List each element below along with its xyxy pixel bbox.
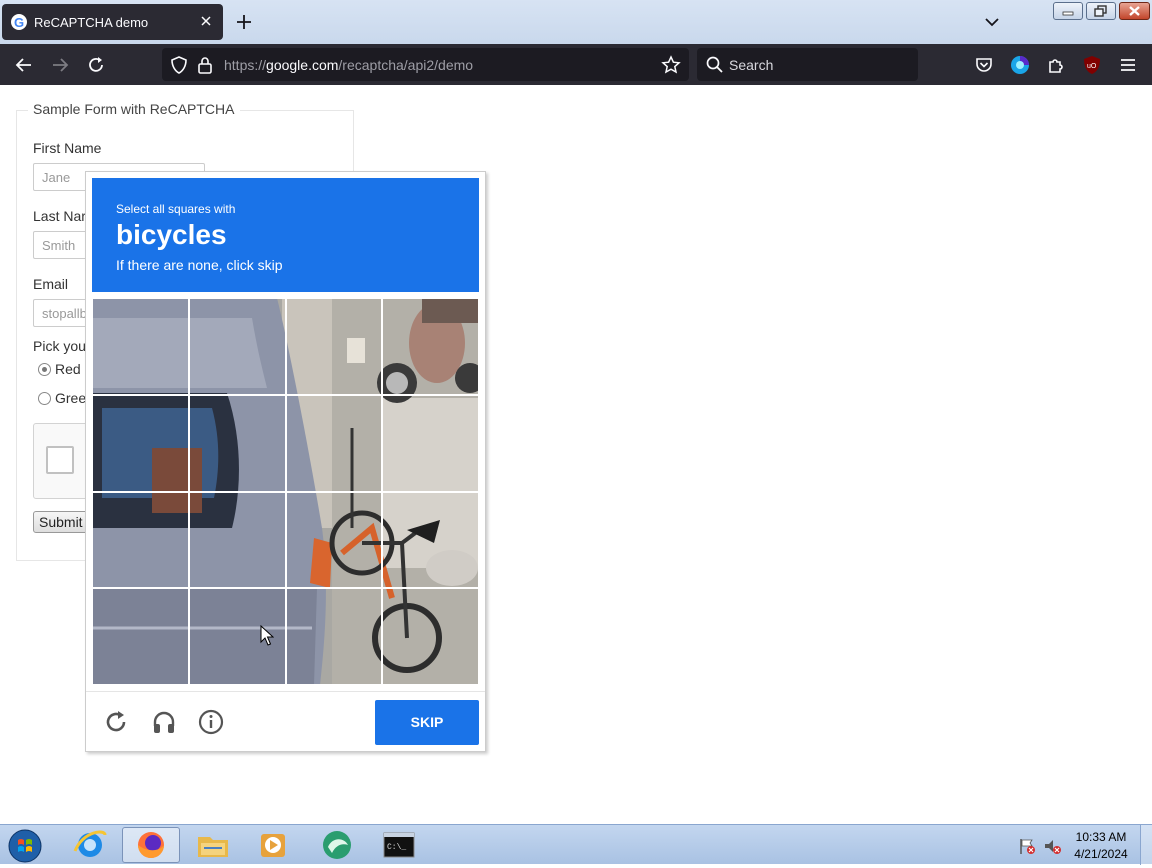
submit-button[interactable]: Submit: [33, 511, 93, 533]
tab-close-icon[interactable]: [197, 12, 215, 30]
svg-text:G: G: [14, 15, 24, 30]
radio-green-label: Gree: [55, 390, 87, 406]
url-path: /recaptcha/api2/demo: [338, 57, 474, 73]
radio-red[interactable]: [38, 363, 51, 376]
captcha-tile-r1-c3[interactable]: [284, 298, 384, 396]
email-label: Email: [33, 276, 69, 292]
headphones-audio-icon[interactable]: [151, 709, 177, 735]
svg-text:C:\_: C:\_: [387, 843, 406, 852]
captcha-tile-r2-c2[interactable]: [187, 393, 287, 493]
new-tab-icon[interactable]: [234, 12, 254, 32]
captcha-tile-r1-c2[interactable]: [187, 298, 287, 396]
url-scheme: https://: [224, 57, 267, 73]
captcha-tile-r2-c4[interactable]: [381, 393, 479, 493]
taskbar-command-prompt-icon[interactable]: C:\_: [370, 827, 428, 863]
tab-recaptcha-demo[interactable]: G ReCAPTCHA demo: [2, 4, 223, 40]
list-all-tabs-icon[interactable]: [982, 12, 1002, 32]
window-restore-button[interactable]: [1086, 2, 1116, 20]
reload-challenge-icon[interactable]: [103, 709, 129, 735]
windows-taskbar: C:\_ 10:33 AM 4/21/2024: [0, 824, 1152, 865]
last-name-label: Last Nar: [33, 208, 86, 224]
color-label: Pick you: [33, 338, 86, 354]
captcha-tile-r4-c3[interactable]: [284, 587, 384, 685]
captcha-tiles: [92, 298, 479, 685]
address-bar[interactable]: https://google.com/recaptcha/api2/demo: [162, 48, 689, 81]
taskbar-media-player-icon[interactable]: [244, 827, 302, 863]
captcha-hint: If there are none, click skip: [116, 257, 283, 273]
start-button[interactable]: [5, 827, 45, 863]
recaptcha-widget: [33, 423, 93, 499]
taskbar-file-explorer-icon[interactable]: [184, 827, 242, 863]
url-text[interactable]: https://google.com/recaptcha/api2/demo: [224, 57, 473, 73]
first-name-label: First Name: [33, 140, 102, 156]
captcha-header: Select all squares with bicycles If ther…: [92, 178, 479, 292]
navigation-toolbar: https://google.com/recaptcha/api2/demo S…: [0, 44, 1152, 85]
skip-button[interactable]: SKIP: [375, 700, 479, 745]
captcha-challenge-popup: Select all squares with bicycles If ther…: [85, 171, 486, 752]
clock-time[interactable]: 10:33 AM: [1068, 830, 1134, 844]
extensions-puzzle-icon[interactable]: [1045, 54, 1067, 76]
taskbar-firefox-icon[interactable]: [122, 827, 180, 863]
window-close-button[interactable]: [1119, 2, 1150, 20]
captcha-target-object: bicycles: [116, 219, 227, 250]
captcha-tile-r3-c1[interactable]: [92, 490, 190, 590]
info-icon[interactable]: [198, 709, 224, 735]
captcha-footer: SKIP: [86, 691, 485, 751]
tracking-protection-shield-icon[interactable]: [168, 54, 190, 76]
captcha-tile-r2-c1[interactable]: [92, 393, 190, 493]
captcha-tile-r4-c1[interactable]: [92, 587, 190, 685]
radio-green[interactable]: [38, 392, 51, 405]
lock-icon[interactable]: [194, 54, 216, 76]
google-favicon-icon: G: [11, 14, 27, 30]
volume-muted-icon[interactable]: [1043, 837, 1061, 855]
action-center-flag-icon[interactable]: [1018, 837, 1036, 855]
hamburger-menu-icon[interactable]: [1117, 54, 1139, 76]
taskbar-internet-explorer-icon[interactable]: [61, 827, 119, 863]
ublock-origin-icon[interactable]: uO: [1081, 54, 1103, 76]
clock-date[interactable]: 4/21/2024: [1068, 847, 1134, 861]
forward-arrow-icon[interactable]: [49, 54, 71, 76]
recaptcha-checkbox[interactable]: [46, 446, 74, 474]
back-arrow-icon[interactable]: [13, 54, 35, 76]
window-minimize-button[interactable]: [1053, 2, 1083, 20]
search-bar[interactable]: Search: [697, 48, 918, 81]
url-host: google.com: [266, 57, 339, 73]
reload-icon[interactable]: [85, 54, 107, 76]
firefox-account-icon[interactable]: [1009, 54, 1031, 76]
show-desktop-button[interactable]: [1140, 825, 1152, 865]
captcha-tile-r1-c4[interactable]: [381, 298, 479, 396]
radio-red-label: Red: [55, 361, 81, 377]
tab-title: ReCAPTCHA demo: [34, 15, 149, 30]
svg-text:uO: uO: [1087, 63, 1097, 70]
captcha-tile-r4-c4[interactable]: [381, 587, 479, 685]
captcha-image-grid: [92, 298, 479, 685]
captcha-tile-r3-c4[interactable]: [381, 490, 479, 590]
taskbar-app-icon[interactable]: [308, 827, 366, 863]
captcha-tile-r2-c3[interactable]: [284, 393, 384, 493]
mouse-cursor-icon: [260, 624, 275, 647]
captcha-tile-r1-c1[interactable]: [92, 298, 190, 396]
captcha-instruction: Select all squares with: [116, 202, 236, 216]
search-placeholder: Search: [729, 57, 774, 73]
search-icon: [704, 54, 726, 76]
pocket-icon[interactable]: [973, 54, 995, 76]
form-legend: Sample Form with ReCAPTCHA: [28, 101, 240, 117]
captcha-tile-r3-c2[interactable]: [187, 490, 287, 590]
bookmark-star-icon[interactable]: [660, 54, 682, 76]
tab-strip: G ReCAPTCHA demo: [0, 0, 1152, 44]
captcha-tile-r3-c3[interactable]: [284, 490, 384, 590]
